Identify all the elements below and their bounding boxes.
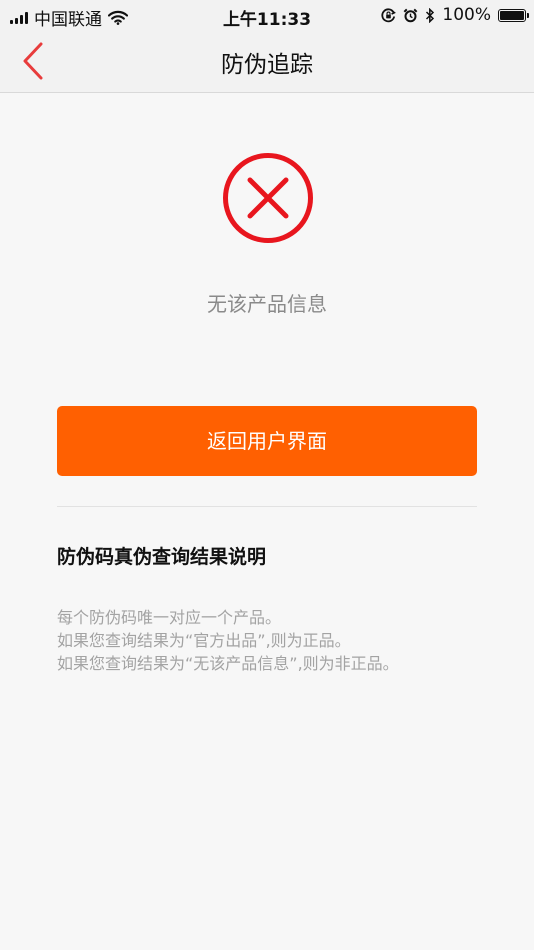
rotation-lock-icon [381, 7, 397, 22]
status-right: 100% [381, 5, 529, 25]
chevron-left-icon [23, 42, 43, 80]
section-divider [57, 506, 477, 507]
explanation-line: 如果您查询结果为“无该产品信息”,则为非正品。 [57, 654, 399, 673]
return-to-user-button[interactable]: 返回用户界面 [57, 406, 477, 476]
explanation-text: 每个防伪码唯一对应一个产品。 如果您查询结果为“官方出品”,则为正品。 如果您查… [57, 606, 399, 675]
battery-percentage: 100% [442, 5, 491, 25]
back-button[interactable] [14, 38, 54, 84]
error-cross-icon [223, 153, 313, 243]
result-message: 无该产品信息 [207, 292, 327, 316]
explanation-line: 如果您查询结果为“官方出品”,则为正品。 [57, 631, 351, 650]
status-bar: 中国联通 上午11:33 100% [0, 0, 534, 30]
bluetooth-icon [426, 7, 435, 23]
explanation-line: 每个防伪码唯一对应一个产品。 [57, 608, 282, 627]
page-title: 防伪追踪 [221, 52, 313, 78]
explanation-title: 防伪码真伪查询结果说明 [57, 546, 267, 568]
navigation-bar: 防伪追踪 [0, 30, 534, 93]
alarm-icon [403, 8, 418, 22]
battery-icon [498, 8, 529, 22]
